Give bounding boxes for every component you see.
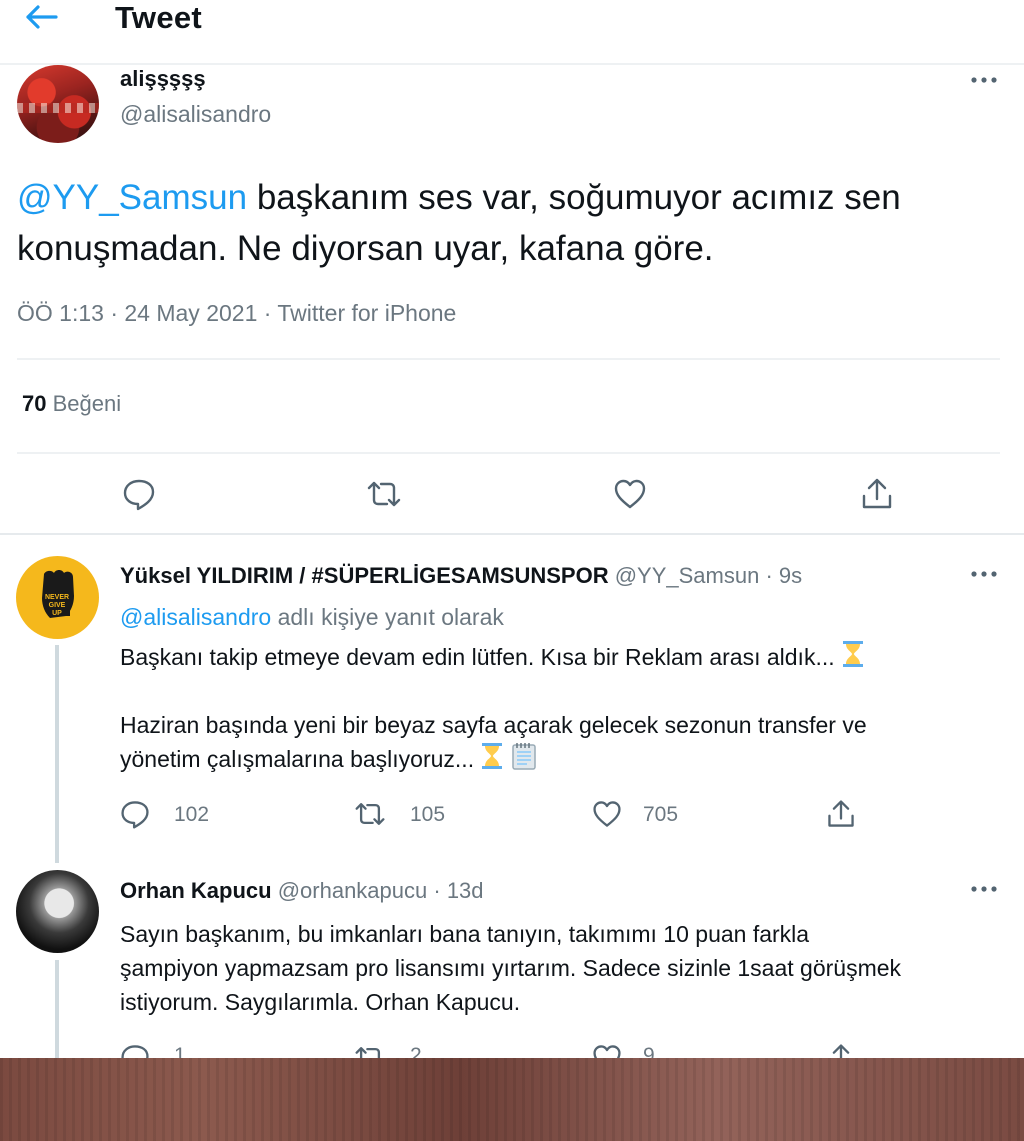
reply-count: 102 — [174, 803, 210, 826]
reply-author-handle[interactable]: @YY_Samsun — [615, 563, 760, 588]
replying-to: @alisalisandro adlı kişiye yanıt olarak — [120, 600, 980, 634]
reply-text-line3: istiyorum. Saygılarımla. Orhan Kapucu. — [120, 989, 521, 1015]
section-divider — [0, 533, 1024, 535]
author-handle[interactable]: @alisalisandro — [120, 101, 271, 128]
svg-text:GIVE: GIVE — [49, 602, 66, 609]
reply-author-handle[interactable]: @orhankapucu — [278, 878, 428, 903]
page-title: Tweet — [115, 0, 203, 35]
back-arrow-icon[interactable] — [22, 2, 62, 34]
likes-summary[interactable]: 70 Beğeni — [22, 391, 121, 417]
hourglass-icon — [482, 743, 503, 769]
retweet-icon[interactable] — [366, 476, 402, 512]
reply-author-name[interactable]: Yüksel YILDIRIM / #SÜPERLİGESAMSUNSPOR — [120, 563, 609, 588]
heart-icon[interactable] — [591, 1042, 623, 1058]
header-divider — [0, 63, 1024, 65]
likes-count: 70 — [22, 391, 47, 416]
heart-icon[interactable] — [612, 476, 648, 512]
divider — [17, 358, 1000, 360]
reply-icon[interactable] — [119, 798, 151, 830]
retweet-icon[interactable] — [354, 1042, 386, 1058]
retweet-count: 105 — [410, 803, 446, 826]
hourglass-icon — [843, 641, 864, 667]
svg-text:UP: UP — [52, 610, 62, 617]
reply-text-line3: yönetim çalışmalarına başlıyoruz... — [120, 746, 475, 772]
reply-icon[interactable] — [119, 1042, 151, 1058]
replying-to-label: adlı kişiye yanıt olarak — [271, 604, 504, 630]
replying-to-handle[interactable]: @alisalisandro — [120, 604, 271, 630]
more-options-icon[interactable] — [968, 877, 1000, 901]
reply-text-line2: Haziran başında yeni bir beyaz sayfa aça… — [120, 712, 867, 738]
reply-author-name[interactable]: Orhan Kapucu — [120, 878, 272, 903]
reply-icon[interactable] — [121, 476, 157, 512]
retweet-count: 2 — [410, 1044, 422, 1058]
svg-text:NEVER: NEVER — [45, 594, 69, 601]
tweet-meta: ÖÖ 1:13 · 24 May 2021 · Twitter for iPho… — [17, 300, 457, 326]
tweet-text-line1: başkanım ses var, soğumuyor acımız sen — [247, 178, 901, 217]
reply-time[interactable]: · 9s — [765, 563, 802, 588]
more-options-icon[interactable] — [968, 562, 1000, 586]
more-options-icon[interactable] — [968, 68, 1000, 92]
like-count: 9 — [643, 1044, 655, 1058]
avatar[interactable] — [16, 870, 99, 953]
retweet-icon[interactable] — [354, 798, 386, 830]
reply-actions: 1 2 9 — [0, 1040, 1024, 1058]
likes-label: Beğeni — [52, 391, 122, 416]
avatar[interactable] — [17, 65, 99, 143]
reply-text: Başkanı takip etmeye devam edin lütfen. … — [120, 640, 980, 674]
fist-logo-icon: NEVER GIVE UP — [42, 570, 74, 618]
reply-count: 1 — [174, 1044, 186, 1058]
share-icon[interactable] — [859, 476, 895, 512]
like-count: 705 — [643, 803, 679, 826]
heart-icon[interactable] — [591, 798, 623, 830]
reply-text-line2: şampiyon yapmazsam pro lisansımı yırtarı… — [120, 955, 902, 981]
reply-text-paragraph2: Haziran başında yeni bir beyaz sayfa aça… — [120, 708, 980, 776]
reply-text-line1: Başkanı takip etmeye devam edin lütfen. … — [120, 644, 835, 670]
reply-text: Sayın başkanım, bu imkanları bana tanıyı… — [120, 917, 980, 1019]
divider — [17, 452, 1000, 454]
thread-line — [55, 645, 59, 863]
reply-header: Orhan Kapucu @orhankapucu · 13d — [120, 878, 484, 904]
reply-time[interactable]: · 13d — [433, 878, 483, 903]
share-icon[interactable] — [825, 1042, 857, 1058]
mention-link[interactable]: @YY_Samsun — [17, 178, 247, 217]
author-name[interactable]: alişşşşş — [120, 66, 206, 92]
avatar[interactable]: NEVER GIVE UP — [16, 556, 99, 639]
notepad-icon — [512, 743, 536, 770]
reply-text-line1: Sayın başkanım, bu imkanları bana tanıyı… — [120, 921, 810, 947]
reply-header: Yüksel YILDIRIM / #SÜPERLİGESAMSUNSPOR @… — [120, 563, 802, 589]
tweet-text: @YY_Samsun başkanım ses var, soğumuyor a… — [17, 172, 1007, 274]
tweet-text-line2: konuşmadan. Ne diyorsan uyar, kafana gör… — [17, 229, 714, 268]
share-icon[interactable] — [825, 798, 857, 830]
background-photo-strip — [0, 1058, 1024, 1141]
